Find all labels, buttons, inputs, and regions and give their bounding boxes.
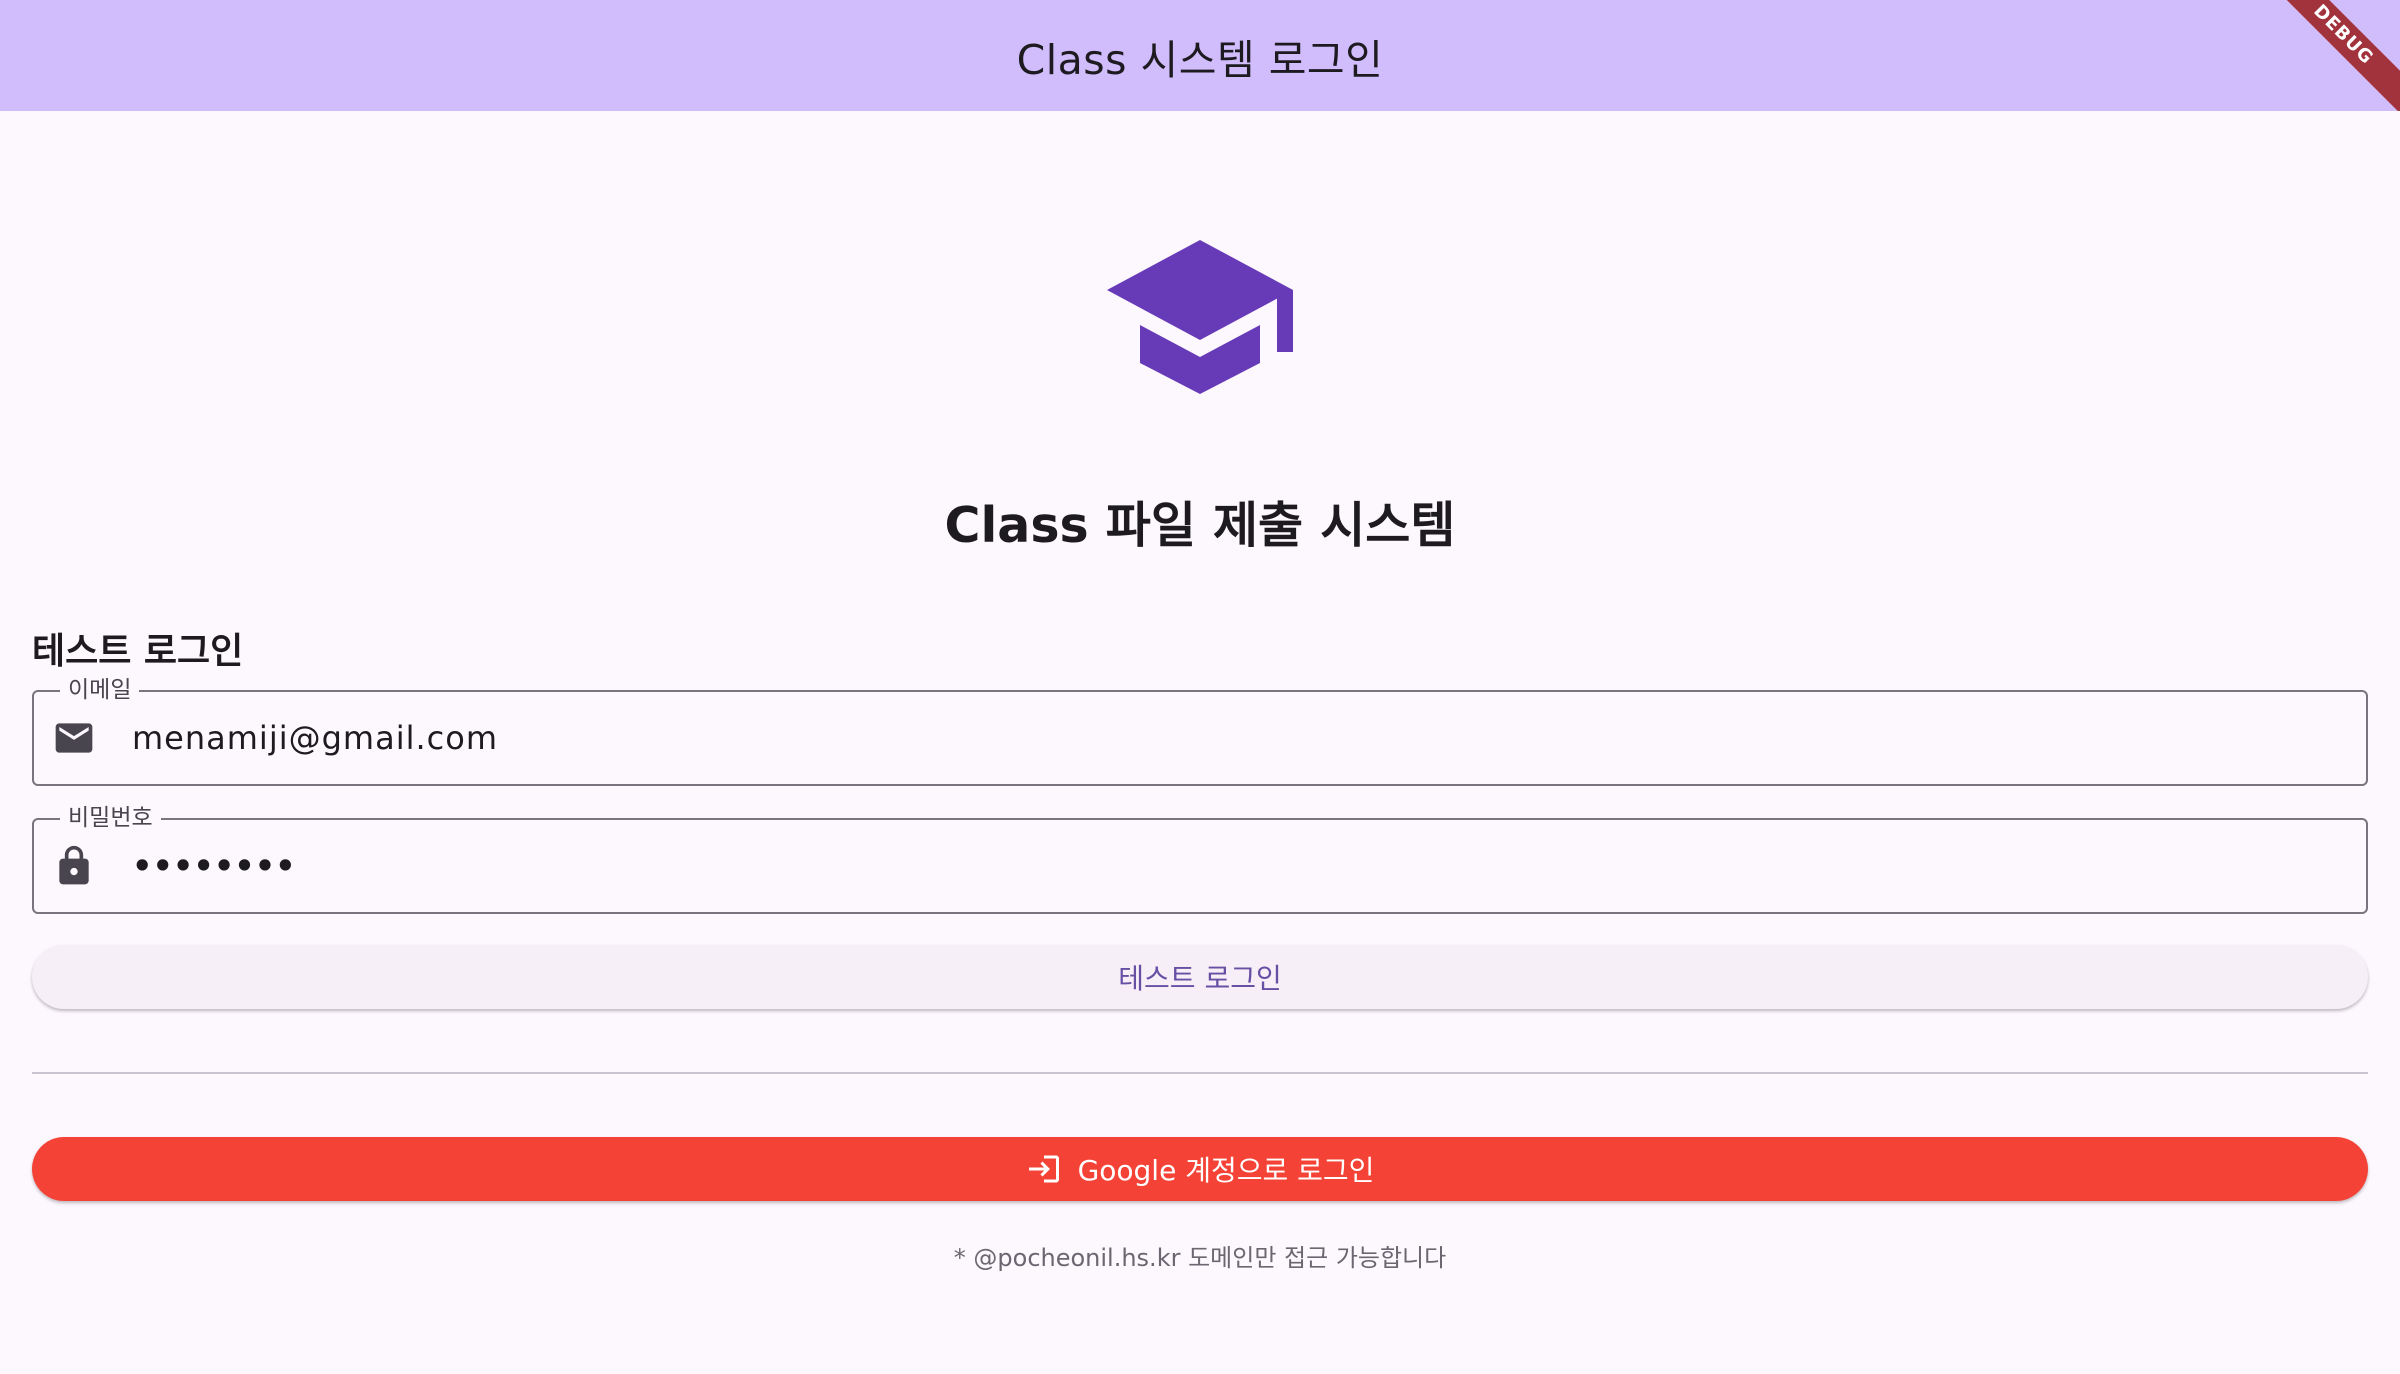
google-login-button[interactable]: Google 계정으로 로그인: [32, 1137, 2368, 1201]
password-input[interactable]: ••••••••: [132, 836, 2366, 896]
domain-note: * @pocheonil.hs.kr 도메인만 접근 가능합니다: [953, 1244, 1447, 1272]
divider: [32, 1072, 2368, 1074]
password-field-label: 비밀번호: [60, 804, 161, 832]
lock-icon: [59, 845, 89, 885]
app-bar: Class 시스템 로그인 DEBUG: [0, 0, 2400, 111]
email-input[interactable]: [132, 708, 2366, 768]
debug-banner: DEBUG: [2251, 0, 2400, 111]
test-login-heading: 테스트 로그인: [32, 631, 244, 672]
email-field-label: 이메일: [60, 676, 140, 704]
email-icon: [55, 723, 93, 753]
test-login-button[interactable]: 테스트 로그인: [32, 945, 2368, 1009]
page-title: Class 파일 제출 시스템: [944, 497, 1456, 554]
google-login-label: Google 계정으로 로그인: [1077, 1154, 1375, 1187]
login-icon: [1028, 1155, 1059, 1183]
graduation-cap-icon: [1107, 240, 1293, 394]
app-bar-title: Class 시스템 로그인: [1016, 35, 1384, 84]
password-field[interactable]: 비밀번호 ••••••••: [32, 804, 2368, 914]
email-field[interactable]: 이메일: [32, 676, 2368, 786]
